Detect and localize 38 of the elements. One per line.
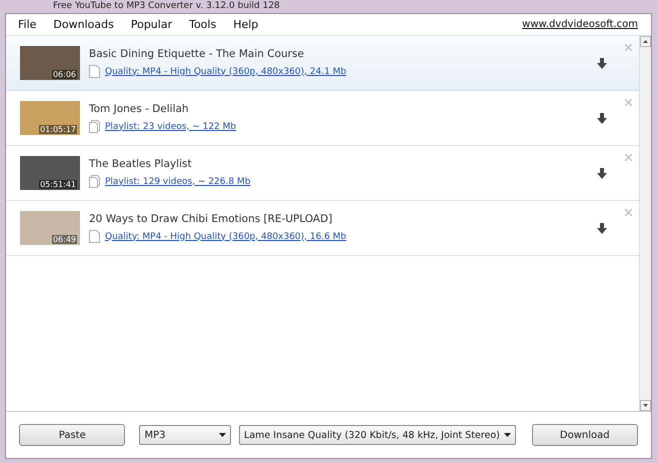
video-row[interactable]: 01:05:17 Tom Jones - Delilah Playlist: 23 videos, ~ 122 Mb <box>6 91 639 146</box>
download-button[interactable]: Download <box>532 424 638 446</box>
format-dropdown[interactable]: MP3 <box>139 425 232 445</box>
video-row[interactable]: 05:51:41 The Beatles Playlist Playlist: 129 videos, ~ 226.8 Mb <box>6 146 639 201</box>
menu-item[interactable]: Popular <box>130 18 172 31</box>
quality-link[interactable]: Playlist: 129 videos, ~ 226.8 Mb <box>105 176 250 186</box>
down-arrow-icon <box>643 404 648 407</box>
duration-label: 06:49 <box>52 235 77 244</box>
duration-label: 06:06 <box>52 70 77 79</box>
video-title: The Beatles Playlist <box>89 158 193 170</box>
menu-item[interactable]: File <box>18 18 36 31</box>
duration-label: 05:51:41 <box>39 180 77 189</box>
download-arrow-icon[interactable] <box>597 168 607 179</box>
video-title: 20 Ways to Draw Chibi Emotions [RE-UPLOAD] <box>89 213 334 225</box>
menu-item[interactable]: Downloads <box>53 18 114 31</box>
video-title: Tom Jones - Delilah <box>89 103 190 115</box>
caret-icon <box>219 433 226 437</box>
video-row[interactable]: 06:06 Basic Dining Etiquette - The Main Course Quality: MP4 - High Quality (360p, 480x360), 24.1 Mb <box>6 36 639 91</box>
window-title: Free YouTube to MP3 Converter v. 3.12.0 build 128 <box>53 1 280 12</box>
scroll-down-button[interactable] <box>640 400 651 411</box>
download-arrow-icon[interactable] <box>597 223 607 234</box>
quality-dropdown[interactable]: Lame Insane Quality (320 Kbit/s, 48 kHz, Joint Stereo) <box>239 425 516 445</box>
caret-icon <box>504 433 511 437</box>
menu-item[interactable]: Tools <box>189 18 216 31</box>
scrollbar[interactable] <box>639 36 651 411</box>
video-row[interactable]: 06:49 20 Ways to Draw Chibi Emotions [RE-UPLOAD] Quality: MP4 - High Quality (360p, 480x360), 16.6 Mb <box>6 201 639 256</box>
quality-link[interactable]: Quality: MP4 - High Quality (360p, 480x360), 24.1 Mb <box>105 66 346 76</box>
download-arrow-icon[interactable] <box>597 113 607 124</box>
scroll-up-button[interactable] <box>640 36 651 47</box>
up-arrow-icon <box>643 40 648 43</box>
paste-button[interactable]: Paste <box>19 424 126 446</box>
quality-link[interactable]: Playlist: 23 videos, ~ 122 Mb <box>105 122 236 132</box>
duration-label: 01:05:17 <box>39 125 77 134</box>
quality-link[interactable]: Quality: MP4 - High Quality (360p, 480x360), 16.6 Mb <box>105 232 346 242</box>
website-link[interactable]: www.dvdvideosoft.com <box>522 19 638 30</box>
menu-item[interactable]: Help <box>233 18 258 31</box>
download-arrow-icon[interactable] <box>597 58 607 69</box>
video-title: Basic Dining Etiquette - The Main Course <box>89 48 305 60</box>
